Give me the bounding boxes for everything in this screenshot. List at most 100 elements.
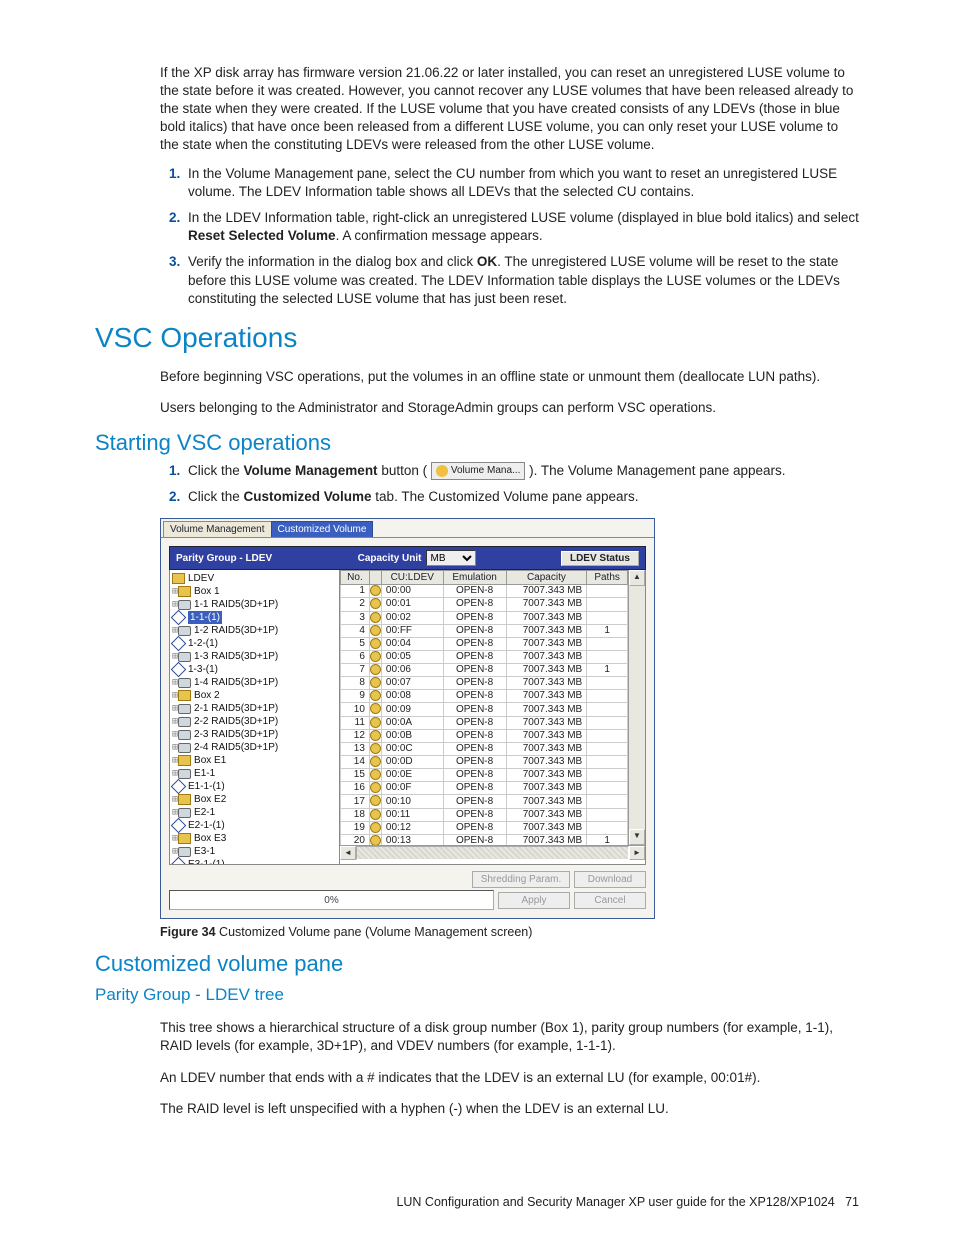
tree-node[interactable]: ⊞ Box 1 [172,585,337,598]
table-cell [587,729,628,742]
table-cell [369,611,381,624]
table-row[interactable]: 2000:13OPEN-87007.343 MB1 [341,834,628,845]
table-row[interactable]: 1300:0COPEN-87007.343 MB [341,742,628,755]
tree-node[interactable]: E2-1-(1) [172,819,337,832]
tree-node[interactable]: ⊞ 2-1 RAID5(3D+1P) [172,702,337,715]
tree-node-label: E2-1-(1) [188,819,225,832]
table-cell [587,769,628,782]
tree-node[interactable]: ⊞ 1-1 RAID5(3D+1P) [172,598,337,611]
vertical-scrollbar[interactable]: ▲ ▼ [628,570,645,845]
volume-management-button-inline[interactable]: Volume Mana... [431,462,525,480]
tree-node-label: Box E2 [194,793,226,806]
tree-node[interactable]: 1-1-(1) [172,611,337,624]
tree-node-label: 1-2-(1) [188,637,218,650]
tree-node[interactable]: ⊞ 2-3 RAID5(3D+1P) [172,728,337,741]
disk-icon [178,652,191,662]
table-cell: OPEN-8 [443,650,506,663]
tree-node[interactable]: ⊞ Box E1 [172,754,337,767]
table-row[interactable]: 900:08OPEN-87007.343 MB [341,690,628,703]
parity-group-tree[interactable]: LDEV ⊞ Box 1 ⊞ 1-1 RAID5(3D+1P) 1-1-(1) … [170,570,340,864]
tabs-row: Volume Management Customized Volume [161,519,654,537]
column-header[interactable]: Emulation [443,571,506,585]
ldev-status-icon [370,822,381,833]
tree-node-label: 1-3 RAID5(3D+1P) [194,650,278,663]
tree-node[interactable]: ⊞ 1-2 RAID5(3D+1P) [172,624,337,637]
customized-volume-panel: Volume Management Customized Volume Pari… [160,518,655,919]
scroll-down-icon[interactable]: ▼ [629,829,645,845]
table-row[interactable]: 500:04OPEN-87007.343 MB [341,637,628,650]
column-header[interactable]: CU:LDEV [381,571,443,585]
horizontal-scrollbar[interactable]: ◄ ► [340,845,645,860]
table-row[interactable]: 1500:0EOPEN-87007.343 MB [341,769,628,782]
tab-customized-volume[interactable]: Customized Volume [271,521,374,537]
tree-node[interactable]: ⊞ E1-1 [172,767,337,780]
table-row[interactable]: 1000:09OPEN-87007.343 MB [341,703,628,716]
step-3-text-a: Verify the information in the dialog box… [188,254,477,269]
tree-node[interactable]: ⊞ 2-2 RAID5(3D+1P) [172,715,337,728]
ldev-status-icon [370,703,381,714]
table-row[interactable]: 1900:12OPEN-87007.343 MB [341,821,628,834]
tree-node[interactable]: ⊞ 1-3 RAID5(3D+1P) [172,650,337,663]
table-cell: 8 [341,677,370,690]
tree-node[interactable]: ⊞ E2-1 [172,806,337,819]
capacity-unit-select[interactable]: MB [426,550,476,566]
table-cell [587,690,628,703]
column-header[interactable]: Paths [587,571,628,585]
apply-button[interactable]: Apply [498,892,570,909]
table-cell: OPEN-8 [443,585,506,598]
column-header[interactable]: No. [341,571,370,585]
figure-number: Figure 34 [160,925,216,939]
tree-node[interactable]: ⊞ Box E3 [172,832,337,845]
column-header[interactable] [369,571,381,585]
scroll-left-icon[interactable]: ◄ [340,846,356,860]
tree-node[interactable]: ⊞ E3-1 [172,845,337,858]
scroll-right-icon[interactable]: ► [629,846,645,860]
heading-starting-vsc: Starting VSC operations [95,430,859,456]
table-row[interactable]: 100:00OPEN-87007.343 MB [341,585,628,598]
ldev-status-button[interactable]: LDEV Status [561,551,639,566]
tree-node[interactable]: 1-2-(1) [172,637,337,650]
table-cell [587,795,628,808]
disk-icon [178,769,191,779]
table-cell: 00:0C [381,742,443,755]
tree-node[interactable]: 1-3-(1) [172,663,337,676]
table-cell: OPEN-8 [443,756,506,769]
table-cell: 15 [341,769,370,782]
tree-node[interactable]: E1-1-(1) [172,780,337,793]
tree-node[interactable]: ⊞ Box 2 [172,689,337,702]
ldev-table[interactable]: No. CU:LDEVEmulationCapacityPaths 100:00O… [340,570,628,845]
tree-node[interactable]: ⊞ Box E2 [172,793,337,806]
table-cell [587,585,628,598]
table-row[interactable]: 600:05OPEN-87007.343 MB [341,650,628,663]
disk-icon [178,704,191,714]
table-row[interactable]: 1200:0BOPEN-87007.343 MB [341,729,628,742]
table-row[interactable]: 1400:0DOPEN-87007.343 MB [341,756,628,769]
table-row[interactable]: 400:FFOPEN-87007.343 MB1 [341,624,628,637]
table-row[interactable]: 200:01OPEN-87007.343 MB [341,598,628,611]
table-row[interactable]: 1100:0AOPEN-87007.343 MB [341,716,628,729]
cancel-button[interactable]: Cancel [574,892,646,909]
table-cell [587,821,628,834]
table-row[interactable]: 700:06OPEN-87007.343 MB1 [341,664,628,677]
table-row[interactable]: 1600:0FOPEN-87007.343 MB [341,782,628,795]
table-row[interactable]: 1700:10OPEN-87007.343 MB [341,795,628,808]
column-header[interactable]: Capacity [506,571,587,585]
tree-node[interactable]: ⊞ 1-4 RAID5(3D+1P) [172,676,337,689]
tree-node[interactable]: LDEV [172,572,337,585]
table-row[interactable]: 800:07OPEN-87007.343 MB [341,677,628,690]
table-row[interactable]: 300:02OPEN-87007.343 MB [341,611,628,624]
step-2-bold: Reset Selected Volume [188,228,336,243]
header-left-label: Parity Group - LDEV [176,553,272,564]
scroll-up-icon[interactable]: ▲ [629,570,645,586]
tree-node[interactable]: E3-1-(1) [172,858,337,864]
tab-volume-management[interactable]: Volume Management [163,521,272,537]
tree-node-label: E1-1 [194,767,215,780]
download-button[interactable]: Download [574,871,646,888]
table-cell [369,703,381,716]
tree-node[interactable]: ⊞ 2-4 RAID5(3D+1P) [172,741,337,754]
table-row[interactable]: 1800:11OPEN-87007.343 MB [341,808,628,821]
shredding-param-button[interactable]: Shredding Param. [472,871,570,888]
ldev-status-icon [370,664,381,675]
table-cell: 00:11 [381,808,443,821]
ldev-status-icon [370,677,381,688]
